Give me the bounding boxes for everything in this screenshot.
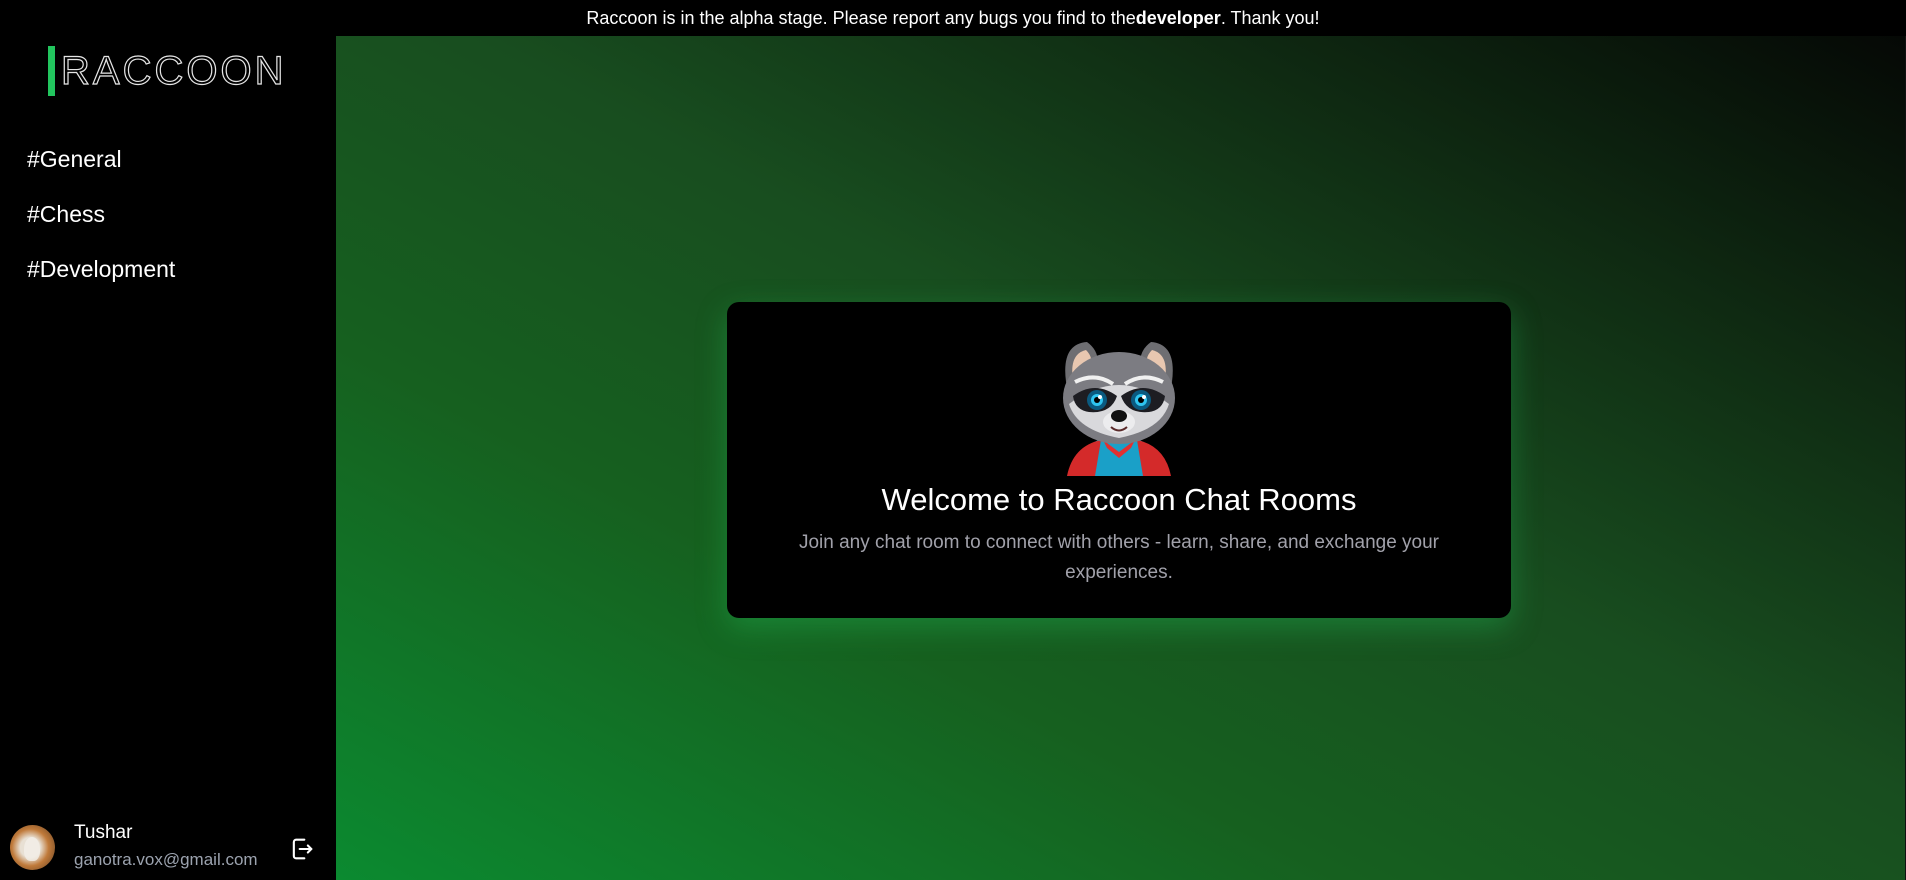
logo-accent-bar xyxy=(48,46,55,96)
app: Raccoon is in the alpha stage. Please re… xyxy=(0,0,1906,880)
user-email: ganotra.vox@gmail.com xyxy=(74,850,258,869)
user-name: Tushar xyxy=(74,822,133,843)
user-profile: Tushar ganotra.vox@gmail.com xyxy=(10,822,326,872)
room-list: #General #Chess #Development xyxy=(27,144,175,309)
alpha-banner: Raccoon is in the alpha stage. Please re… xyxy=(0,0,1906,36)
logout-button[interactable] xyxy=(288,835,316,863)
banner-text-before: Raccoon is in the alpha stage. Please re… xyxy=(586,7,1136,28)
avatar[interactable] xyxy=(10,824,55,870)
welcome-subtitle: Join any chat room to connect with other… xyxy=(798,532,1440,583)
room-item-development[interactable]: #Development xyxy=(27,254,175,309)
logout-icon xyxy=(292,838,313,860)
banner-text-after: . Thank you! xyxy=(1220,7,1320,28)
user-info: Tushar ganotra.vox@gmail.com xyxy=(74,821,258,873)
logo-text: RACCOON xyxy=(60,48,287,93)
sidebar: RACCOON #General #Chess #Development Tus… xyxy=(0,36,336,880)
room-item-general[interactable]: #General xyxy=(27,144,175,199)
raccoon-mascot xyxy=(1063,342,1175,476)
developer-link[interactable]: developer xyxy=(1136,8,1221,29)
room-item-chess[interactable]: #Chess xyxy=(27,199,175,254)
welcome-card: Welcome to Raccoon Chat Rooms Join any c… xyxy=(727,302,1511,618)
logo[interactable]: RACCOON xyxy=(48,46,286,96)
welcome-title: Welcome to Raccoon Chat Rooms xyxy=(881,482,1357,517)
main-area: Welcome to Raccoon Chat Rooms Join any c… xyxy=(336,36,1906,880)
